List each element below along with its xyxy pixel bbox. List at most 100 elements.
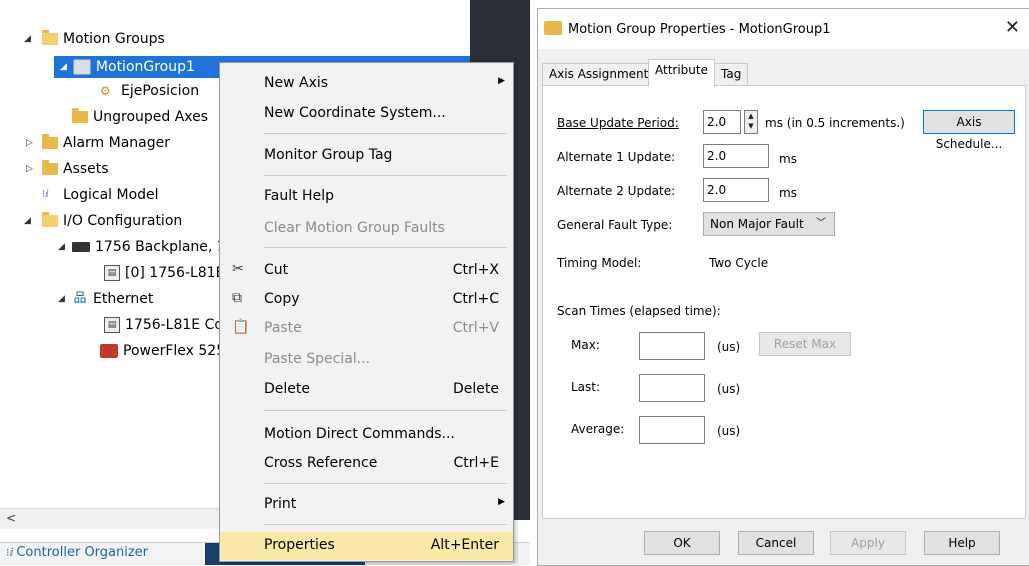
base-update-period-field[interactable]: 2.0 <box>703 110 741 134</box>
tree-item-label: Ungrouped Axes <box>93 109 209 125</box>
tree-item-motion-groups[interactable]: Motion Groups <box>42 28 165 50</box>
menu-item-label: Paste <box>264 320 302 336</box>
tab-attribute[interactable]: Attribute <box>648 59 715 87</box>
menu-shortcut: Ctrl+X <box>452 262 499 278</box>
menu-item-new-axis[interactable]: New Axis ▶ <box>220 70 513 96</box>
tree-item-ungrouped-axes[interactable]: Ungrouped Axes <box>72 106 208 128</box>
collapse-icon[interactable]: ◢ <box>24 34 31 44</box>
folder-icon <box>42 134 58 149</box>
tree-item-controller-slot0[interactable]: ▤ [0] 1756-L81E <box>104 262 224 284</box>
menu-item-delete[interactable]: Delete Delete <box>220 376 513 402</box>
expand-icon[interactable]: ▷ <box>26 138 33 148</box>
menu-item-properties[interactable]: Properties Alt+Enter <box>220 532 513 560</box>
last-label: Last: <box>571 380 601 394</box>
average-unit: (us) <box>717 424 741 438</box>
tab-axis-assignment[interactable]: Axis Assignment <box>542 63 656 86</box>
reset-max-button[interactable]: Reset Max <box>759 332 851 356</box>
collapse-icon[interactable]: ◢ <box>24 216 31 226</box>
alternate-2-unit: ms <box>779 186 797 200</box>
dialog-title: Motion Group Properties - MotionGroup1 <box>568 22 831 37</box>
timing-model-label: Timing Model: <box>557 256 642 270</box>
menu-shortcut: Delete <box>453 381 499 397</box>
attribute-panel: Base Update Period: 2.0 ▲ ▼ ms (in 0.5 in… <box>542 85 1026 519</box>
menu-item-new-coordinate-system[interactable]: New Coordinate System... <box>220 100 513 126</box>
menu-item-cross-reference[interactable]: Cross Reference Ctrl+E <box>220 450 513 476</box>
tree-item-label: [0] 1756-L81E <box>125 265 225 281</box>
scan-times-label: Scan Times (elapsed time): <box>557 304 721 318</box>
close-icon[interactable]: ✕ <box>1005 17 1020 38</box>
tree-item-assets[interactable]: Assets <box>42 158 109 180</box>
menu-item-print[interactable]: Print ▶ <box>220 491 513 517</box>
menu-item-clear-motion-group-faults[interactable]: Clear Motion Group Faults <box>220 215 513 241</box>
timing-model-value: Two Cycle <box>709 256 769 270</box>
menu-item-copy[interactable]: ⧉ Copy Ctrl+C <box>220 286 513 312</box>
general-fault-type-select[interactable]: Non Major Fault ﹀ <box>703 212 835 236</box>
copy-icon: ⧉ <box>232 290 242 306</box>
menu-item-cut[interactable]: ✂ Cut Ctrl+X <box>220 257 513 283</box>
controller-icon: ▤ <box>104 265 120 281</box>
drive-icon <box>100 344 118 358</box>
menu-separator <box>264 175 507 176</box>
tab-tag[interactable]: Tag <box>714 63 749 86</box>
menu-item-label: Monitor Group Tag <box>264 147 393 163</box>
axis-schedule-button[interactable]: Axis Schedule... <box>923 110 1015 151</box>
alternate-1-update-label: Alternate 1 Update: <box>557 150 676 164</box>
menu-item-motion-direct-commands[interactable]: Motion Direct Commands... <box>220 421 513 447</box>
menu-separator <box>264 524 507 525</box>
ethernet-icon: 品 <box>73 291 87 306</box>
controller-icon: ▤ <box>104 317 120 333</box>
average-field[interactable] <box>639 416 705 444</box>
collapse-icon[interactable]: ◢ <box>58 294 65 304</box>
menu-item-label: Cut <box>264 262 289 278</box>
logical-model-icon: ⁝ⅈ <box>42 189 49 200</box>
menu-item-label: New Coordinate System... <box>264 105 446 121</box>
collapse-icon[interactable]: ◢ <box>60 62 67 72</box>
ok-button[interactable]: OK <box>644 531 720 555</box>
folder-icon <box>72 108 88 123</box>
tree-item-ejeposicion[interactable]: ⚙ EjePosicion <box>100 80 199 102</box>
collapse-icon[interactable]: ◢ <box>58 242 65 252</box>
menu-item-paste[interactable]: 📋 Paste Ctrl+V <box>220 315 513 341</box>
menu-item-fault-help[interactable]: Fault Help <box>220 183 513 209</box>
max-label: Max: <box>571 338 600 352</box>
max-unit: (us) <box>717 340 741 354</box>
general-fault-type-label: General Fault Type: <box>557 218 673 232</box>
max-field[interactable] <box>639 332 705 360</box>
expand-icon[interactable]: ▷ <box>26 164 33 174</box>
menu-item-label: Motion Direct Commands... <box>264 426 455 442</box>
selected-value: Non Major Fault <box>710 217 804 231</box>
last-unit: (us) <box>717 382 741 396</box>
menu-item-paste-special[interactable]: Paste Special... <box>220 346 513 372</box>
alternate-2-update-label: Alternate 2 Update: <box>557 184 676 198</box>
menu-separator <box>264 247 507 248</box>
help-button[interactable]: Help <box>924 531 1000 555</box>
menu-shortcut: Ctrl+C <box>452 291 499 307</box>
alternate-1-update-field[interactable]: 2.0 <box>703 144 769 168</box>
cancel-button[interactable]: Cancel <box>738 531 814 555</box>
tree-item-powerflex[interactable]: PowerFlex 525 <box>100 340 225 362</box>
menu-item-label: Print <box>264 496 297 512</box>
apply-button[interactable]: Apply <box>830 531 906 555</box>
menu-item-label: Paste Special... <box>264 351 371 367</box>
last-field[interactable] <box>639 374 705 402</box>
backplane-icon <box>72 242 90 252</box>
tree-item-label: PowerFlex 525 <box>123 343 226 359</box>
menu-item-label: Fault Help <box>264 188 334 204</box>
tree-item-io-configuration[interactable]: I/O Configuration <box>42 210 182 232</box>
scroll-left-icon[interactable]: < <box>6 511 16 525</box>
alternate-2-update-field[interactable]: 2.0 <box>703 178 769 202</box>
tree-item-label: I/O Configuration <box>63 213 183 229</box>
tree-item-label: EjePosicion <box>121 83 200 99</box>
submenu-arrow-icon: ▶ <box>498 497 505 507</box>
tree-item-label: Motion Groups <box>63 31 165 47</box>
menu-item-monitor-group-tag[interactable]: Monitor Group Tag <box>220 142 513 168</box>
tree-item-alarm-manager[interactable]: Alarm Manager <box>42 132 170 154</box>
tab-controller-organizer[interactable]: ⁝ⅈ Controller Organizer <box>6 545 148 560</box>
tree-item-label: Assets <box>63 161 109 177</box>
base-update-period-spinner[interactable]: ▲ ▼ <box>744 110 758 134</box>
tree-item-logical-model[interactable]: ⁝ⅈ Logical Model <box>42 184 159 206</box>
tree-item-ethernet[interactable]: 品 Ethernet <box>72 288 153 310</box>
axis-icon: ⚙ <box>100 84 111 98</box>
menu-shortcut: Ctrl+V <box>452 320 499 336</box>
tree-item-label: MotionGroup1 <box>95 59 195 75</box>
